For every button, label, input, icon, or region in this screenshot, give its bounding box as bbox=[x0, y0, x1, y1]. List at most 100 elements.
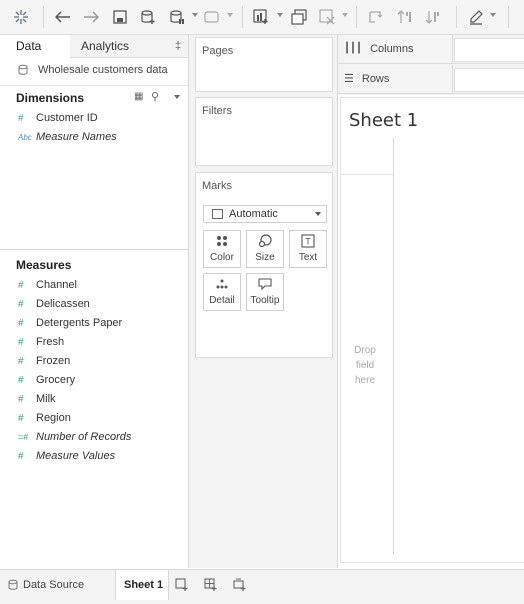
field-label: Milk bbox=[36, 393, 56, 405]
tooltip-label: Tooltip bbox=[250, 295, 280, 306]
number-type-icon: # bbox=[18, 394, 24, 405]
swap-icon[interactable] bbox=[364, 6, 386, 28]
clear-sheet-icon[interactable] bbox=[316, 6, 338, 28]
measure-field-region[interactable]: # Region bbox=[18, 410, 71, 427]
sheet-tab-active[interactable]: Sheet 1 bbox=[115, 570, 169, 600]
field-label: Delicassen bbox=[36, 298, 90, 310]
number-type-icon: # bbox=[18, 413, 24, 424]
new-worksheet-tab-icon[interactable] bbox=[175, 570, 189, 600]
number-type-icon: # bbox=[18, 375, 24, 386]
measure-field-fresh[interactable]: # Fresh bbox=[18, 334, 64, 351]
sort-ascending-icon[interactable] bbox=[394, 6, 416, 28]
number-type-icon: # bbox=[18, 356, 24, 367]
columns-drop-area[interactable] bbox=[454, 38, 524, 62]
filters-card[interactable]: Filters bbox=[195, 97, 333, 166]
pause-updates-icon[interactable] bbox=[166, 6, 188, 28]
text-label: Text bbox=[298, 252, 318, 263]
measure-field-milk[interactable]: # Milk bbox=[18, 391, 56, 408]
field-label: Fresh bbox=[36, 336, 65, 348]
chevron-down-icon bbox=[315, 212, 321, 216]
svg-text:T: T bbox=[305, 237, 311, 247]
text-button[interactable]: T Text bbox=[289, 230, 327, 268]
new-dashboard-tab-icon[interactable] bbox=[204, 570, 218, 600]
save-icon[interactable] bbox=[109, 6, 131, 28]
toolbar bbox=[0, 0, 524, 35]
sheet-tab-bar: Data Source Sheet 1 bbox=[0, 569, 524, 604]
sheet-tab-label: Sheet 1 bbox=[124, 579, 164, 591]
rows-icon: ☰ bbox=[344, 73, 354, 85]
tab-data[interactable]: Data bbox=[16, 35, 41, 57]
tab-analytics[interactable]: Analytics bbox=[81, 35, 129, 57]
mark-type-value: Automatic bbox=[229, 208, 278, 220]
marks-title: Marks bbox=[202, 180, 232, 192]
measure-field-grocery[interactable]: # Grocery bbox=[18, 372, 75, 389]
field-label: Frozen bbox=[36, 355, 71, 367]
measure-field-frozen[interactable]: # Frozen bbox=[18, 353, 70, 370]
new-worksheet-icon[interactable] bbox=[250, 6, 272, 28]
number-type-icon: # bbox=[18, 280, 24, 291]
dimension-field-measure-names[interactable]: Abc Measure Names bbox=[18, 129, 117, 146]
number-type-icon: # bbox=[18, 451, 24, 462]
pages-card[interactable]: Pages bbox=[195, 37, 333, 92]
data-pane: Data Analytics ‡ Wholesale customers dat… bbox=[0, 35, 189, 568]
columns-icon: ┃┃┃ bbox=[344, 43, 363, 54]
size-button[interactable]: Size bbox=[246, 230, 284, 268]
data-source-label: Data Source bbox=[23, 579, 85, 591]
data-pane-tabs: Data Analytics ‡ bbox=[0, 35, 188, 58]
pin-icon[interactable]: ‡ bbox=[175, 35, 181, 57]
measure-field-detergents-paper[interactable]: # Detergents Paper bbox=[18, 315, 122, 332]
data-source-tab[interactable]: Data Source bbox=[8, 570, 84, 600]
rows-shelf[interactable]: ☰ Rows bbox=[338, 65, 524, 94]
search-icon[interactable]: ⚲ bbox=[151, 90, 159, 103]
mark-type-dropdown[interactable]: Automatic bbox=[203, 205, 327, 223]
detail-button[interactable]: Detail bbox=[203, 273, 241, 311]
cards-pane: Pages Filters Marks Automatic Color Size… bbox=[189, 35, 338, 568]
measure-field-measure-values[interactable]: # Measure Values bbox=[18, 448, 115, 465]
drop-field-here-area[interactable]: Drop field here bbox=[345, 343, 385, 388]
database-icon bbox=[18, 64, 28, 75]
datasource-name: Wholesale customers data bbox=[38, 64, 168, 76]
tooltip-button[interactable]: Tooltip bbox=[246, 273, 284, 311]
measure-field-delicassen[interactable]: # Delicassen bbox=[18, 296, 90, 313]
calculated-number-icon: =# bbox=[18, 432, 29, 442]
drop-hint-line: Drop bbox=[354, 345, 376, 356]
drop-hint-line: field bbox=[355, 360, 375, 371]
size-icon bbox=[247, 234, 283, 250]
columns-text: Columns bbox=[370, 43, 414, 55]
measures-header: Measures bbox=[16, 258, 72, 272]
tooltip-icon bbox=[247, 277, 283, 293]
new-story-tab-icon[interactable] bbox=[233, 570, 247, 600]
field-label: Measure Values bbox=[36, 450, 116, 462]
detail-label: Detail bbox=[209, 295, 235, 306]
dimension-field-customer-id[interactable]: # Customer ID bbox=[18, 110, 98, 127]
field-label: Measure Names bbox=[36, 131, 117, 143]
highlight-icon[interactable] bbox=[465, 6, 487, 28]
field-label: Detergents Paper bbox=[36, 317, 123, 329]
redo-icon[interactable] bbox=[80, 6, 102, 28]
automatic-mark-icon bbox=[212, 209, 223, 219]
run-update-icon[interactable] bbox=[201, 6, 223, 28]
rows-drop-area[interactable] bbox=[454, 68, 524, 92]
field-label: Customer ID bbox=[36, 112, 98, 124]
detail-icon bbox=[204, 277, 240, 293]
number-type-icon: # bbox=[18, 113, 24, 124]
sort-descending-icon[interactable] bbox=[422, 6, 444, 28]
color-button[interactable]: Color bbox=[203, 230, 241, 268]
sheet-view: Sheet 1 Drop field here bbox=[340, 97, 524, 563]
pages-title: Pages bbox=[202, 45, 234, 57]
measure-field-channel[interactable]: # Channel bbox=[18, 277, 77, 294]
rows-label: ☰ Rows bbox=[344, 65, 453, 93]
new-datasource-icon[interactable] bbox=[137, 6, 159, 28]
field-label: Channel bbox=[36, 279, 77, 291]
columns-shelf[interactable]: ┃┃┃ Columns bbox=[338, 35, 524, 64]
undo-icon[interactable] bbox=[52, 6, 74, 28]
tableau-logo-icon[interactable] bbox=[10, 6, 32, 28]
field-label: Grocery bbox=[36, 374, 76, 386]
sheet-title[interactable]: Sheet 1 bbox=[349, 110, 418, 131]
measure-field-number-of-records[interactable]: =# Number of Records bbox=[18, 429, 131, 446]
datasource-item[interactable]: Wholesale customers data bbox=[18, 64, 168, 76]
field-label: Number of Records bbox=[36, 431, 132, 443]
view-cards-icon[interactable]: ▦ bbox=[134, 91, 143, 102]
duplicate-icon[interactable] bbox=[288, 6, 310, 28]
dimensions-menu-icon[interactable] bbox=[174, 95, 180, 99]
